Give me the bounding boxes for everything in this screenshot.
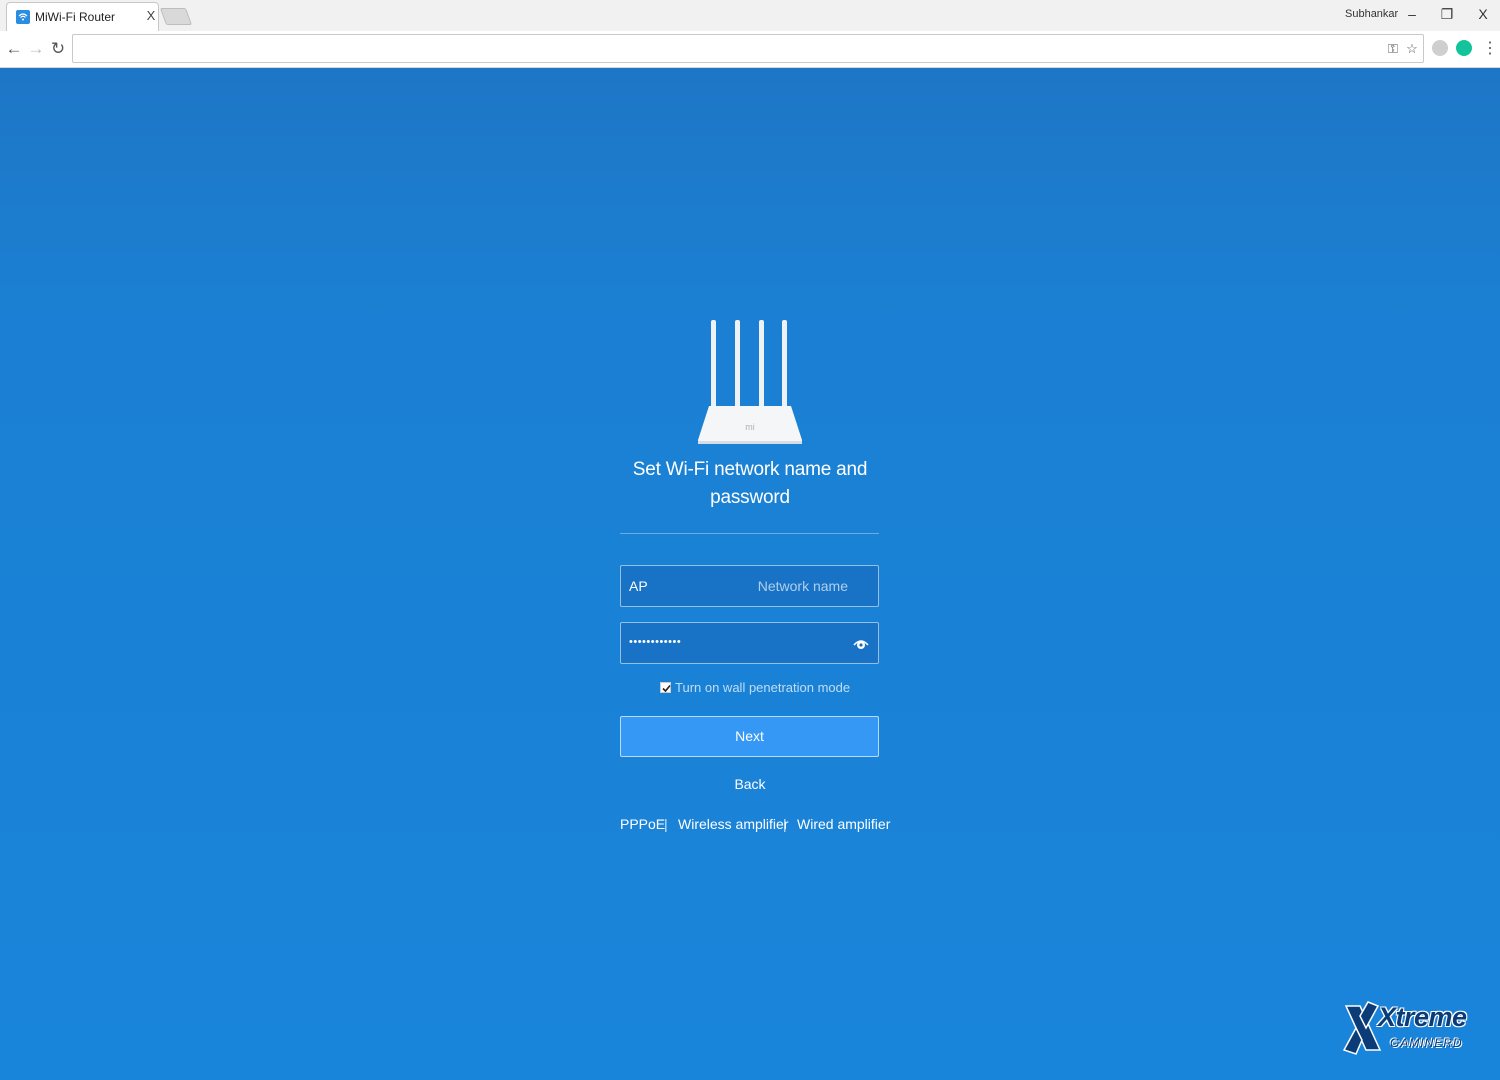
password-mask: •••••••••••• bbox=[629, 636, 682, 648]
wall-penetration-option[interactable]: Turn on wall penetration mode bbox=[660, 680, 860, 698]
browser-toolbar: ← → ↻ ⚿ ☆ ⋮ bbox=[0, 31, 1500, 68]
link-separator: | bbox=[783, 816, 787, 832]
browser-menu-icon[interactable]: ⋮ bbox=[1482, 39, 1498, 59]
wall-penetration-label[interactable]: Turn on wall penetration mode bbox=[675, 680, 850, 695]
key-icon[interactable]: ⚿ bbox=[1385, 41, 1401, 57]
connection-mode-links: PPPoE | Wireless amplifier | Wired ampli… bbox=[620, 816, 890, 834]
back-arrow-icon[interactable]: ← bbox=[5, 39, 23, 59]
address-bar[interactable]: ⚿ ☆ bbox=[72, 34, 1424, 63]
minimize-button[interactable]: – bbox=[1400, 3, 1424, 25]
tab-close-icon[interactable]: X bbox=[145, 8, 157, 24]
profile-name[interactable]: Subhankar bbox=[1345, 8, 1398, 20]
close-window-button[interactable]: X bbox=[1471, 3, 1495, 25]
link-separator: | bbox=[664, 816, 668, 832]
page-title: Set Wi-Fi network name and password bbox=[600, 456, 900, 512]
extension-drive-icon[interactable] bbox=[1432, 40, 1448, 56]
wireless-amplifier-link[interactable]: Wireless amplifier bbox=[678, 816, 788, 832]
watermark-sub-text: GAMINERD bbox=[1390, 1036, 1463, 1050]
extension-grammarly-icon[interactable] bbox=[1456, 40, 1472, 56]
network-name-input[interactable]: AP Network name bbox=[620, 565, 879, 607]
router-illustration-icon: mi bbox=[698, 320, 802, 444]
tab-title: MiWi-Fi Router bbox=[35, 10, 115, 24]
browser-tab[interactable]: MiWi-Fi Router X bbox=[6, 2, 159, 31]
setup-page: mi Set Wi-Fi network name and password A… bbox=[0, 68, 1500, 1080]
show-password-eye-icon[interactable] bbox=[853, 636, 869, 652]
router-logo-text: mi bbox=[745, 422, 755, 432]
page-title-line1: Set Wi-Fi network name and bbox=[632, 459, 868, 480]
network-name-value: AP bbox=[629, 578, 648, 594]
network-name-placeholder: Network name bbox=[757, 578, 848, 594]
title-divider bbox=[620, 533, 879, 534]
back-link[interactable]: Back bbox=[700, 776, 800, 792]
watermark-main-text: Xtreme bbox=[1378, 1002, 1467, 1032]
password-input[interactable]: •••••••••••• bbox=[620, 622, 879, 664]
forward-arrow-icon[interactable]: → bbox=[27, 39, 45, 59]
wired-amplifier-link[interactable]: Wired amplifier bbox=[797, 816, 890, 832]
bookmark-star-icon[interactable]: ☆ bbox=[1404, 41, 1420, 57]
new-tab-button[interactable] bbox=[159, 8, 193, 25]
wall-penetration-checkbox[interactable] bbox=[660, 682, 671, 693]
wifi-favicon-icon bbox=[16, 10, 30, 24]
next-button[interactable]: Next bbox=[620, 716, 879, 757]
restore-button[interactable]: ❐ bbox=[1435, 3, 1459, 25]
watermark-logo: Xtreme GAMINERD bbox=[1340, 998, 1490, 1064]
browser-titlebar: MiWi-Fi Router X Subhankar – ❐ X bbox=[0, 0, 1500, 31]
reload-icon[interactable]: ↻ bbox=[49, 39, 67, 59]
page-title-line2: password bbox=[710, 487, 790, 508]
pppoe-link[interactable]: PPPoE bbox=[620, 816, 665, 832]
